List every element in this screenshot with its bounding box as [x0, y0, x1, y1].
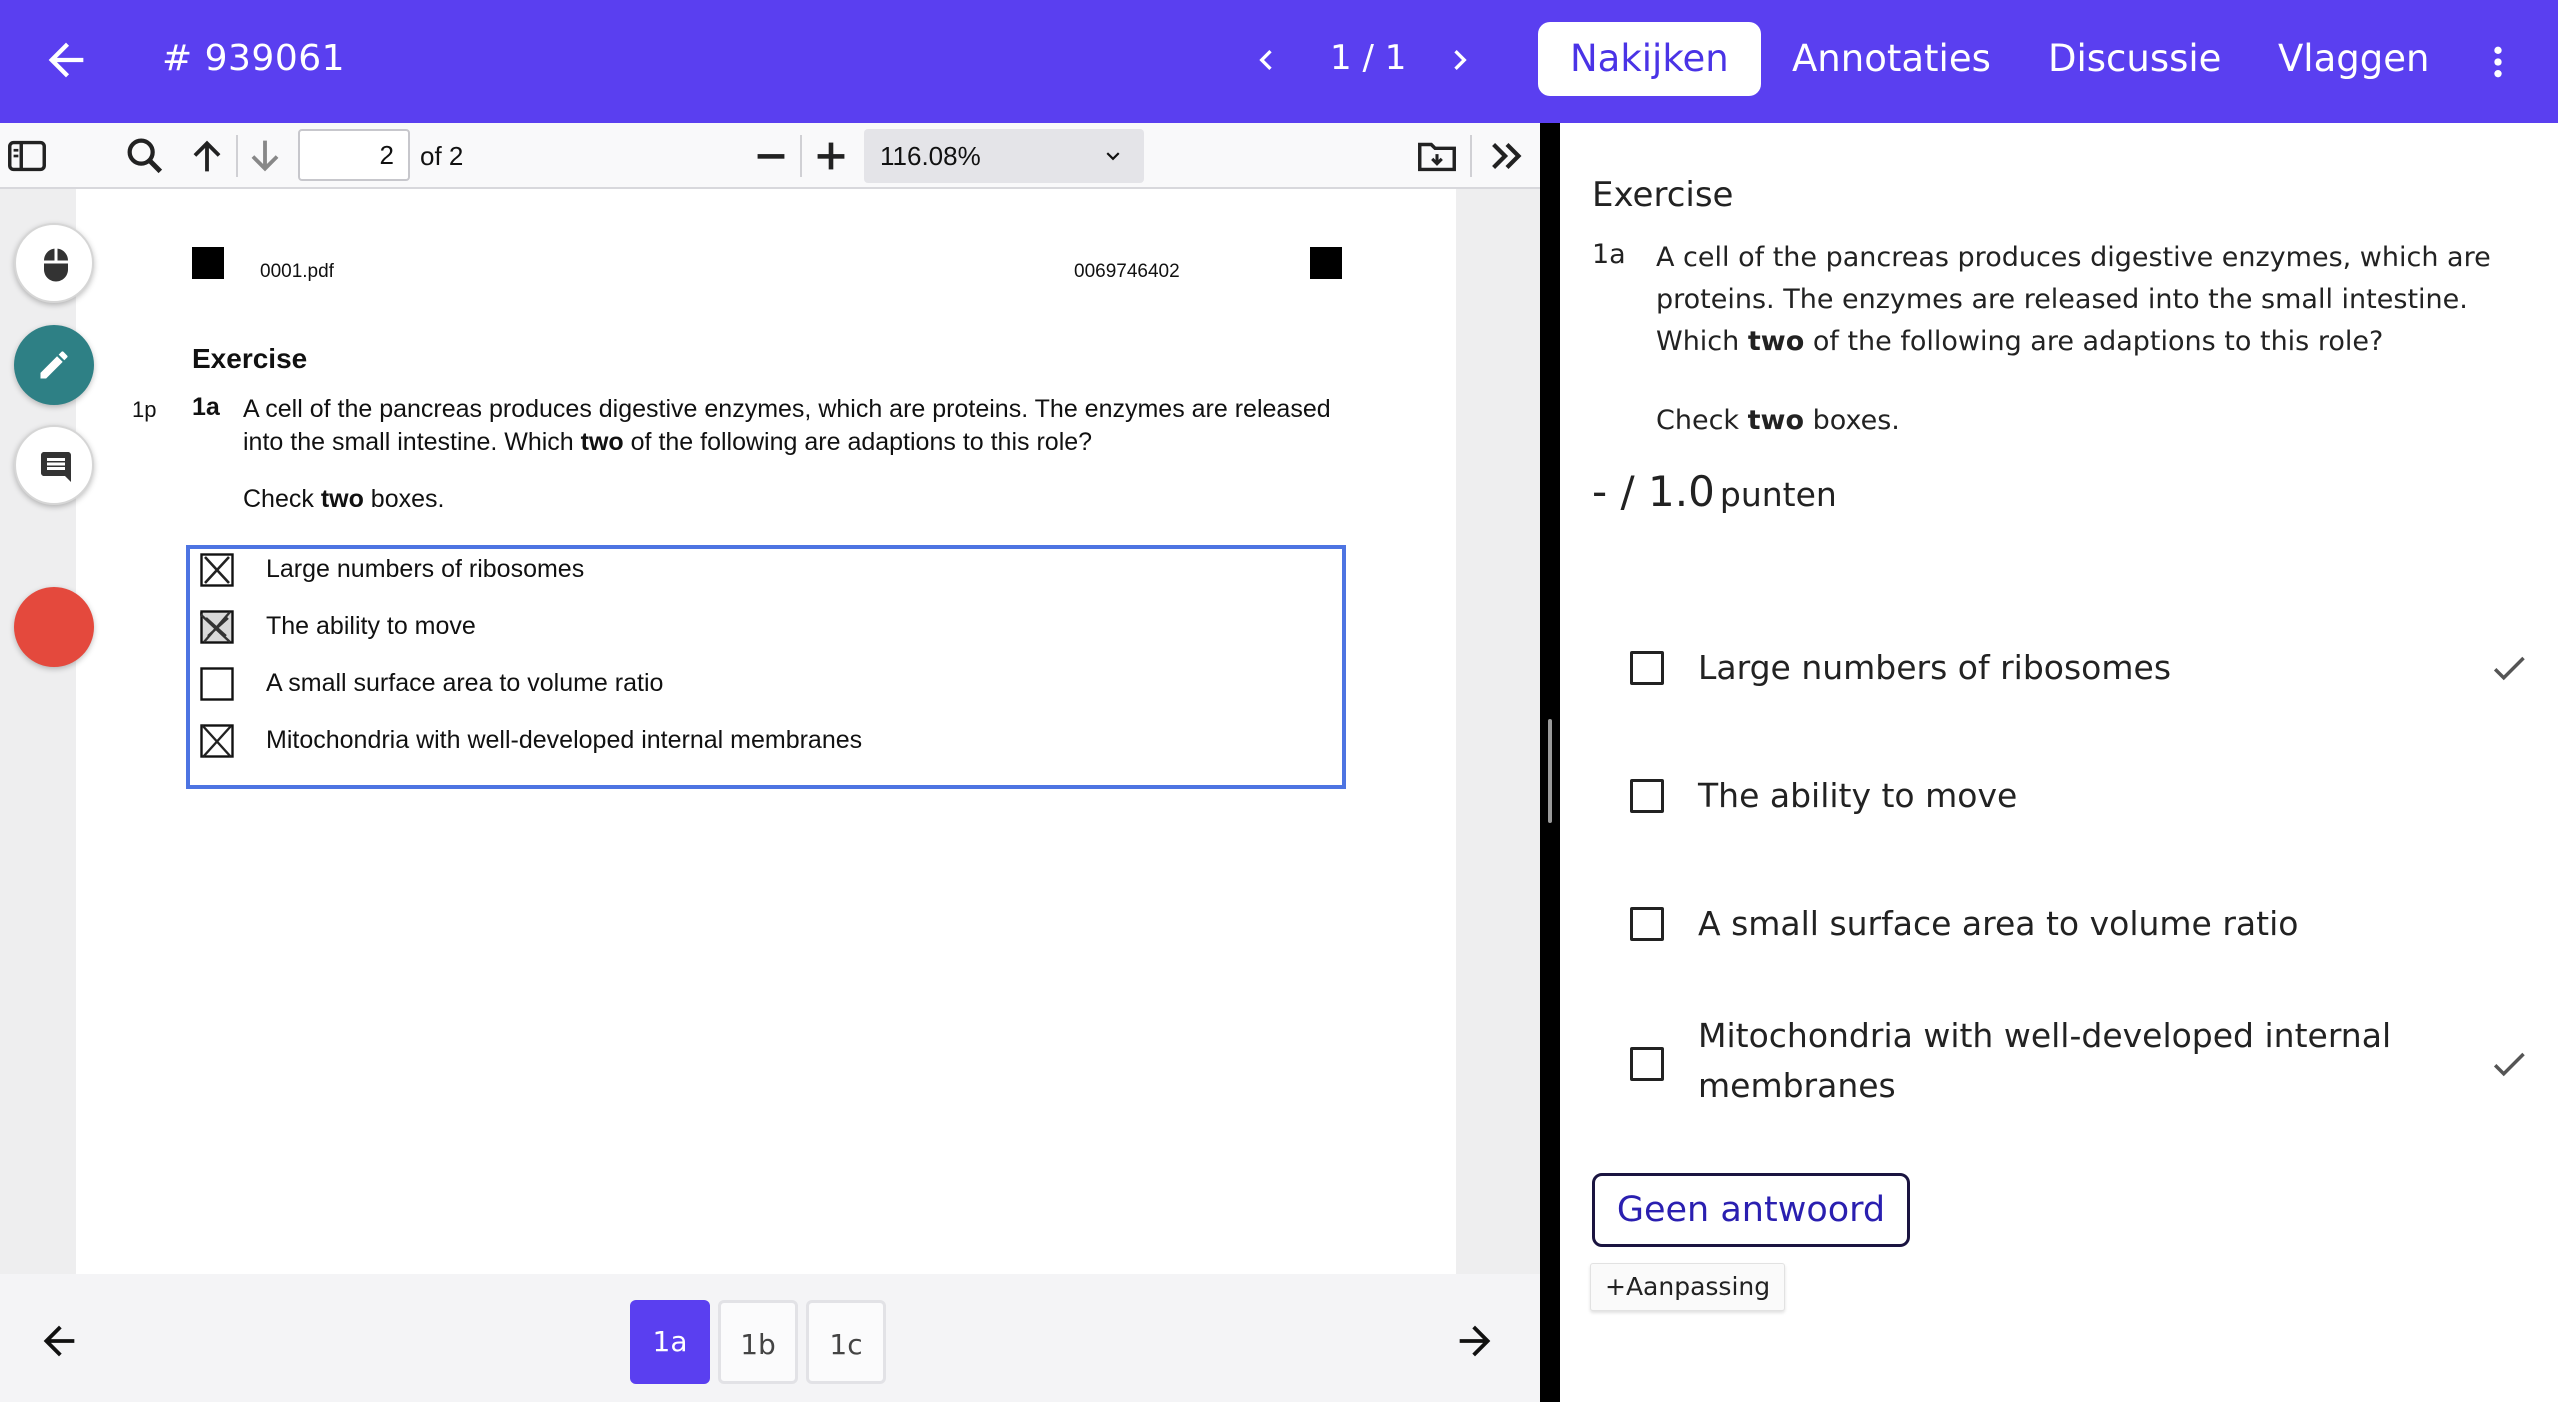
zoom-out-icon[interactable]	[748, 133, 794, 179]
more-vert-icon[interactable]	[2478, 32, 2518, 92]
no-answer-button[interactable]: Geen antwoord	[1592, 1173, 1910, 1247]
pointer-tool-button[interactable]	[14, 223, 94, 303]
add-adjustment-button[interactable]: +Aanpassing	[1590, 1263, 1786, 1311]
crossed-checkbox-icon	[200, 724, 234, 758]
tab-annotaties[interactable]: Annotaties	[1760, 22, 2023, 96]
option-label: Large numbers of ribosomes	[1698, 648, 2172, 687]
arrow-left-icon[interactable]	[36, 1318, 82, 1364]
open-folder-icon[interactable]	[1414, 133, 1460, 179]
grading-exercise-title: Exercise	[1592, 175, 1734, 215]
pdf-option-label: Large numbers of ribosomes	[266, 555, 585, 583]
resize-handle[interactable]	[1548, 719, 1552, 823]
page-number-input[interactable]	[298, 129, 410, 181]
pdf-question-number: 1a	[192, 393, 220, 421]
tab-nakijken[interactable]: Nakijken	[1538, 22, 1761, 96]
grading-check-instruction: Check two boxes.	[1656, 405, 1900, 436]
registration-marker	[192, 247, 224, 279]
submission-pager: 1 / 1	[1330, 38, 1407, 78]
scribbled-checkbox-icon	[200, 610, 234, 644]
toolbar-separator	[1470, 135, 1472, 177]
arrow-up-icon[interactable]	[184, 133, 230, 179]
question-navigation: 1a 1b 1c	[0, 1274, 1540, 1402]
pdf-code: 0069746402	[1074, 261, 1180, 282]
arrow-right-icon[interactable]	[1452, 1318, 1498, 1364]
grading-question-number: 1a	[1592, 239, 1626, 270]
pdf-toolbar: of 2 116.08%	[0, 123, 1540, 189]
question-tab-1b[interactable]: 1b	[718, 1300, 798, 1384]
option-checkbox[interactable]	[1630, 1047, 1664, 1081]
pdf-exercise-title: Exercise	[192, 343, 308, 374]
sidebar-toggle-icon[interactable]	[4, 133, 50, 179]
pdf-option-label: Mitochondria with well-developed interna…	[266, 726, 863, 754]
color-picker-button[interactable]	[14, 587, 94, 667]
tab-discussie[interactable]: Discussie	[2016, 22, 2253, 96]
option-checkbox[interactable]	[1630, 651, 1664, 685]
option-label: The ability to move	[1698, 776, 2018, 815]
option-label: A small surface area to volume ratio	[1698, 904, 2299, 943]
zoom-value: 116.08%	[880, 141, 981, 171]
pdf-viewer[interactable]: 0001.pdf 0069746402 Exercise 1p 1a A cel…	[0, 189, 1540, 1274]
score-value: - / 1.0	[1592, 467, 1715, 516]
grading-option[interactable]: Mitochondria with well-developed interna…	[1630, 1011, 2530, 1115]
pencil-icon	[40, 351, 68, 379]
back-arrow-icon[interactable]	[40, 34, 92, 86]
pdf-file-name: 0001.pdf	[260, 261, 334, 282]
zoom-select[interactable]: 116.08%	[864, 129, 1144, 183]
grading-question-text: A cell of the pancreas produces digestiv…	[1656, 242, 2491, 357]
grading-option[interactable]: Large numbers of ribosomes	[1630, 643, 2530, 693]
score-display: - / 1.0 punten	[1592, 467, 1837, 516]
submission-id: # 939061	[162, 38, 346, 79]
grading-panel: Exercise 1a A cell of the pancreas produ…	[1560, 123, 2558, 1402]
empty-checkbox-icon	[200, 667, 234, 701]
check-icon	[2493, 656, 2525, 681]
double-chevron-right-icon[interactable]	[1484, 133, 1530, 179]
top-bar: # 939061 1 / 1 Nakijken Annotaties Discu…	[0, 0, 2558, 123]
grading-option[interactable]: The ability to move	[1630, 771, 2530, 821]
pdf-question-points: 1p	[132, 397, 157, 422]
pdf-option-label: The ability to move	[266, 612, 476, 640]
question-tab-1c[interactable]: 1c	[806, 1300, 886, 1384]
search-icon[interactable]	[122, 133, 168, 179]
grading-option[interactable]: A small surface area to volume ratio	[1630, 899, 2530, 949]
chevron-down-icon	[1106, 152, 1120, 161]
page-total: of 2	[420, 141, 464, 171]
pdf-page: 0001.pdf 0069746402 Exercise 1p 1a A cel…	[76, 189, 1456, 1274]
pdf-question-text: A cell of the pancreas produces digestiv…	[243, 395, 1331, 456]
chevron-right-icon[interactable]	[1440, 36, 1480, 84]
check-icon	[2493, 1052, 2525, 1077]
comment-tool-button[interactable]	[14, 425, 94, 505]
zoom-in-icon[interactable]	[808, 133, 854, 179]
tab-vlaggen[interactable]: Vlaggen	[2246, 22, 2461, 96]
chevron-left-icon[interactable]	[1246, 36, 1286, 84]
pen-tool-button[interactable]	[14, 325, 94, 405]
panel-resize-divider[interactable]	[1540, 123, 1560, 1402]
registration-marker	[1310, 247, 1342, 279]
arrow-down-icon[interactable]	[242, 133, 288, 179]
crossed-checkbox-icon	[200, 553, 234, 587]
score-unit: punten	[1719, 475, 1837, 514]
pdf-option-label: A small surface area to volume ratio	[266, 669, 664, 697]
option-label: Mitochondria with well-developed interna…	[1698, 1016, 2392, 1105]
toolbar-separator	[800, 135, 802, 177]
mouse-icon	[44, 248, 68, 282]
pdf-check-instruction: Check two boxes.	[243, 485, 445, 513]
option-checkbox[interactable]	[1630, 907, 1664, 941]
option-checkbox[interactable]	[1630, 779, 1664, 813]
question-tab-1a[interactable]: 1a	[630, 1300, 710, 1384]
toolbar-separator	[236, 135, 238, 177]
comment-icon	[41, 452, 71, 482]
